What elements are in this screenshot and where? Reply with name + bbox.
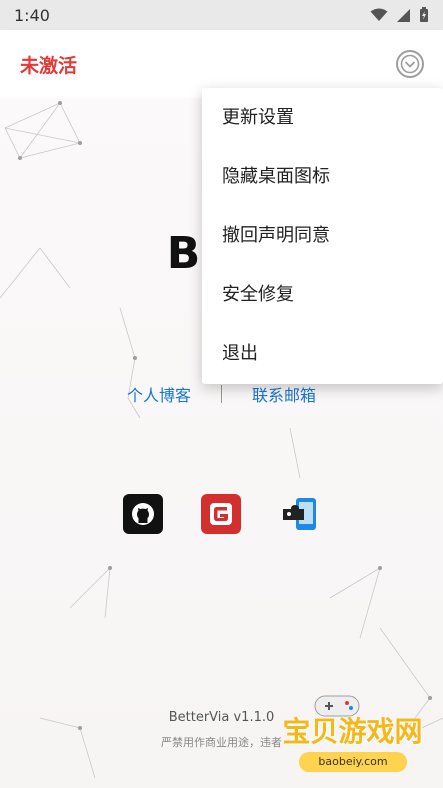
signal-icon [397,8,410,22]
chevron-down-circle-icon [396,50,424,78]
status-icons [370,7,429,23]
activation-status-title: 未激活 [20,54,78,77]
links-divider [221,385,222,403]
personal-blog-link[interactable]: 个人博客 [127,382,191,406]
overflow-menu-button[interactable] [395,49,425,79]
watermark-logo: 宝贝游戏网 baobeiy.com [265,690,440,780]
links-row: 个人博客 联系邮箱 [0,382,443,406]
status-time: 1:40 [14,5,50,25]
battery-icon [420,7,428,22]
contact-email-link[interactable]: 联系邮箱 [252,382,316,406]
menu-item-revoke-consent[interactable]: 撤回声明同意 [202,206,443,265]
overflow-menu: 更新设置 隐藏桌面图标 撤回声明同意 安全修复 退出 [202,88,443,384]
menu-item-hide-launcher-icon[interactable]: 隐藏桌面图标 [202,147,443,206]
github-icon[interactable] [123,494,163,534]
menu-item-security-fix[interactable]: 安全修复 [202,265,443,324]
menu-item-update-settings[interactable]: 更新设置 [202,88,443,147]
wifi-icon [370,8,388,21]
gitee-icon[interactable] [201,494,241,534]
puzzle-icon[interactable] [280,494,320,534]
watermark-text: 宝贝游戏网 [282,715,423,748]
menu-item-exit[interactable]: 退出 [202,324,443,383]
status-bar: 1:40 [0,0,443,30]
watermark-url: baobeiy.com [299,752,407,772]
